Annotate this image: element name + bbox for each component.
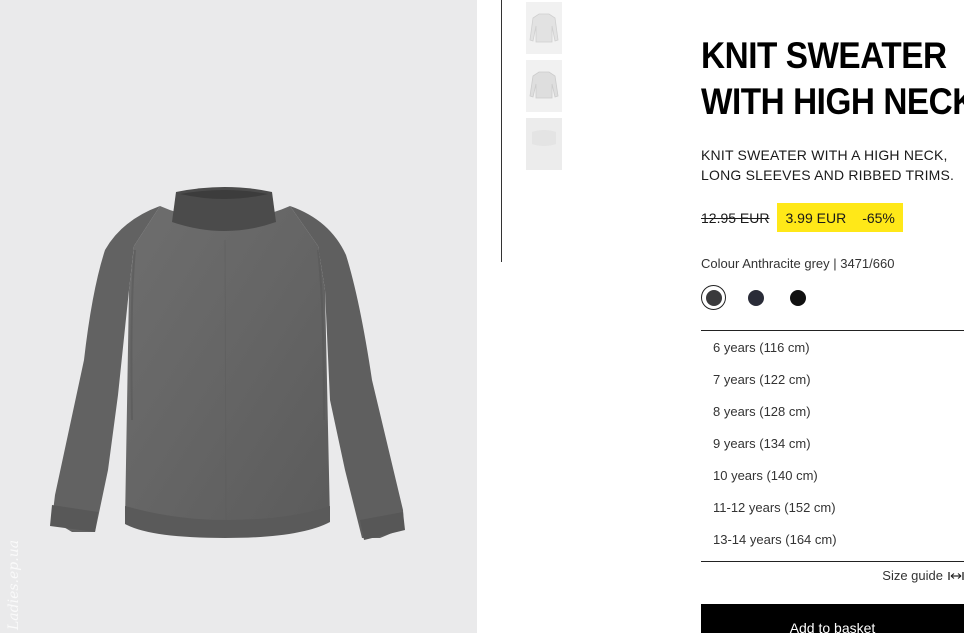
swatch-dot	[789, 289, 806, 306]
thumbnail-3[interactable]	[526, 118, 562, 170]
size-guide-link[interactable]: Size guide	[882, 568, 964, 583]
title-line-2: WITH HIGH NECK	[701, 81, 964, 122]
colour-info: Colour Anthracite grey | 3471/660	[701, 256, 895, 271]
size-option[interactable]: 13-14 years (164 cm)	[701, 525, 964, 557]
product-main-image[interactable]: Ladies.ep.ua	[0, 0, 477, 633]
swatch-dot	[747, 289, 764, 306]
watermark: Ladies.ep.ua	[4, 510, 22, 630]
sale-price-badge: 3.99 EUR -65%	[777, 203, 903, 232]
colour-swatches	[701, 285, 827, 310]
size-option[interactable]: 7 years (122 cm)	[701, 365, 964, 397]
thumbnail-strip	[526, 2, 562, 176]
ruler-arrows-icon	[948, 571, 964, 580]
title-line-1: KNIT SWEATER	[701, 35, 947, 76]
watermark-text: Ladies.ep.ua	[6, 539, 22, 630]
product-description: KNIT SWEATER WITH A HIGH NECK, LONG SLEE…	[701, 145, 964, 185]
size-option[interactable]: 9 years (134 cm)	[701, 429, 964, 461]
sweater-thumb-icon	[529, 71, 559, 99]
sweater-illustration	[50, 187, 405, 540]
sweater-thumb-icon	[529, 13, 559, 43]
colour-swatch-anthracite[interactable]	[701, 285, 726, 310]
discount-percent: -65%	[862, 209, 895, 226]
swatch-dot	[705, 289, 722, 306]
thumbnail-1[interactable]	[526, 2, 562, 54]
size-list: 6 years (116 cm) 7 years (122 cm) 8 year…	[701, 330, 964, 562]
size-option[interactable]: 10 years (140 cm)	[701, 461, 964, 493]
description-line-2: LONG SLEEVES AND RIBBED TRIMS.	[701, 167, 955, 183]
size-option[interactable]: 11-12 years (152 cm)	[701, 493, 964, 525]
thumbnail-2[interactable]	[526, 60, 562, 112]
size-option[interactable]: 6 years (116 cm)	[701, 333, 964, 365]
price-row: 12.95 EUR 3.99 EUR -65%	[701, 203, 903, 232]
size-option[interactable]: 8 years (128 cm)	[701, 397, 964, 429]
sweater-detail-thumb-icon	[526, 118, 562, 170]
old-price: 12.95 EUR	[701, 209, 770, 226]
vertical-divider	[501, 0, 502, 262]
colour-swatch-navy[interactable]	[743, 285, 768, 310]
colour-swatch-black[interactable]	[785, 285, 810, 310]
sale-price: 3.99 EUR	[785, 209, 847, 226]
product-title: KNIT SWEATER WITH HIGH NECK	[701, 33, 964, 125]
add-to-basket-button[interactable]: Add to basket	[701, 604, 964, 633]
description-line-1: KNIT SWEATER WITH A HIGH NECK,	[701, 147, 948, 163]
size-guide-label: Size guide	[882, 568, 943, 583]
